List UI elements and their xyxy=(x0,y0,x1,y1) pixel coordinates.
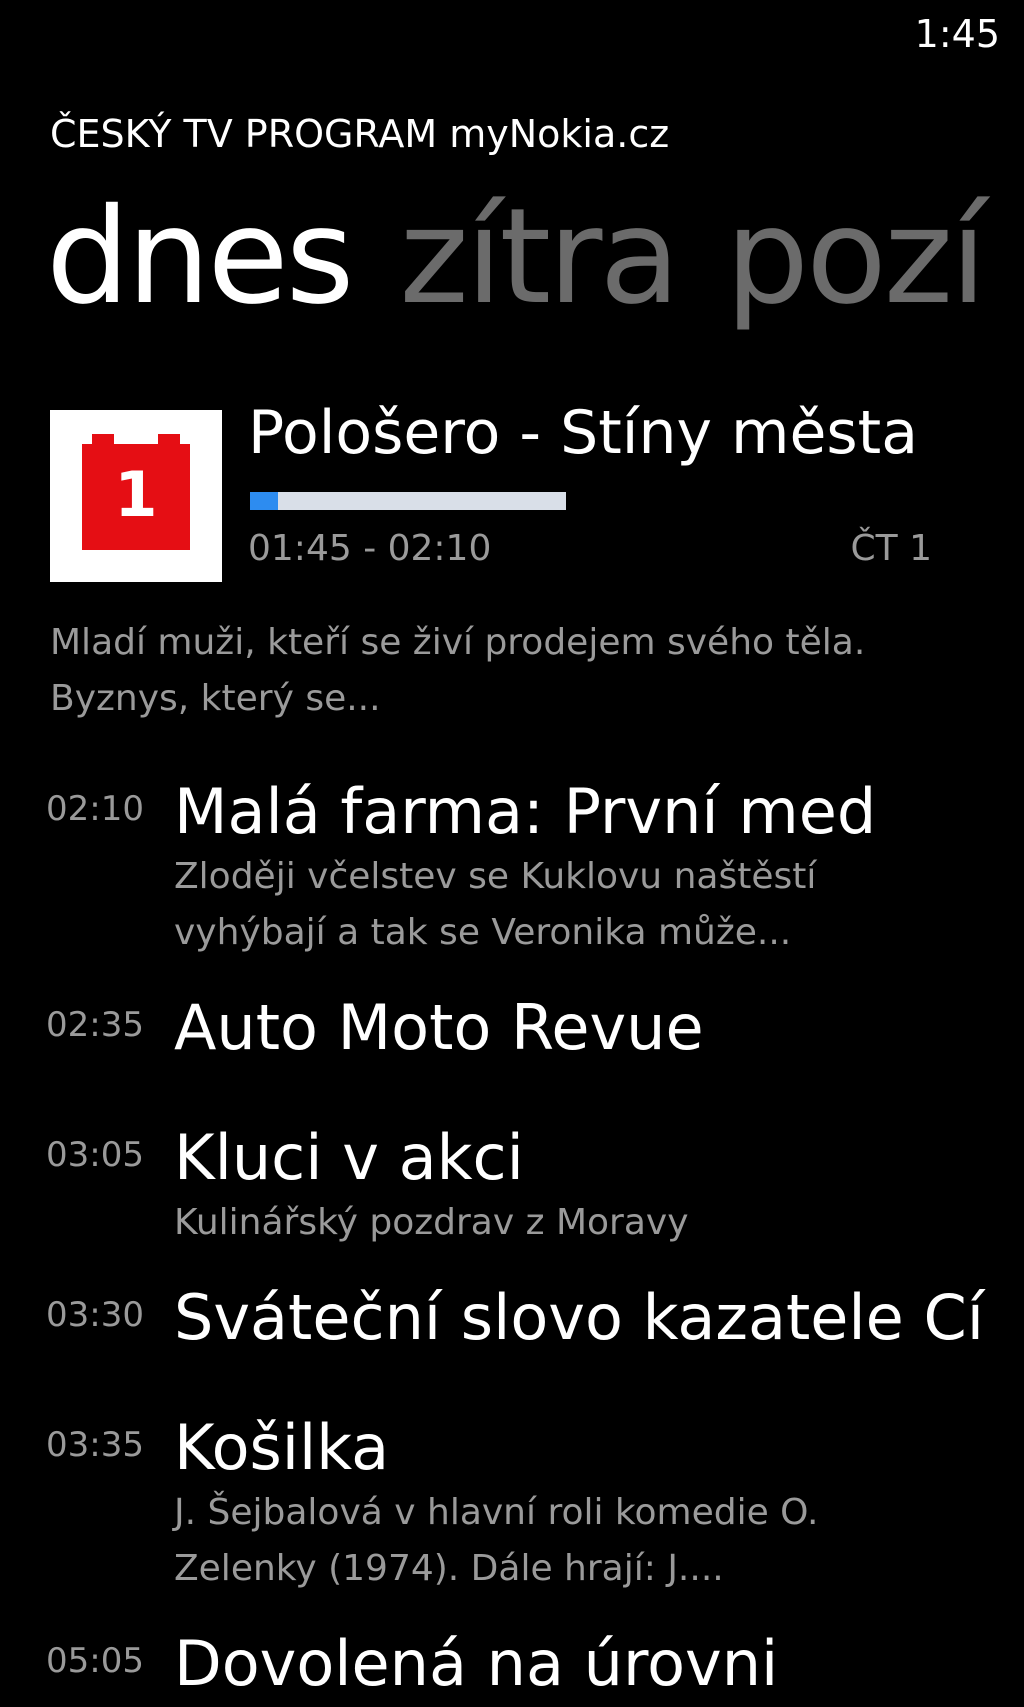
now-playing-description: Mladí muži, kteří se živí prodejem svého… xyxy=(50,622,866,719)
program-list: 02:10 Malá farma: První med Zloději včel… xyxy=(46,775,986,1707)
tab-dnes[interactable]: dnes xyxy=(46,180,354,334)
program-description: Zloději včelstev se Kuklovu naštěstí vyh… xyxy=(174,856,817,953)
program-description: Kulinářský pozdrav z Moravy xyxy=(174,1202,689,1243)
now-playing-time: 01:45 - 02:10 xyxy=(248,528,492,569)
screen: 1:45 ČESKÝ TV PROGRAM myNokia.cz dnes zít… xyxy=(0,0,1024,1707)
list-item[interactable]: 02:35 Auto Moto Revue xyxy=(46,991,986,1091)
now-playing-channel: ČT 1 xyxy=(850,528,932,569)
calendar-icon: 1 xyxy=(82,434,190,550)
program-time: 03:30 xyxy=(46,1295,144,1335)
program-time: 02:10 xyxy=(46,789,144,829)
pivot-header: dnes zítra pozí xyxy=(46,182,1024,332)
now-playing-title: Pološero - Stíny města xyxy=(248,398,918,468)
channel-logo-number: 1 xyxy=(114,458,158,531)
program-title: Malá farma: První med xyxy=(174,775,877,848)
progress-bar xyxy=(250,492,566,510)
list-item[interactable]: 05:05 Dovolená na úrovni xyxy=(46,1627,986,1707)
program-time: 03:35 xyxy=(46,1425,144,1465)
program-time: 05:05 xyxy=(46,1641,144,1681)
program-time: 02:35 xyxy=(46,1005,144,1045)
list-item[interactable]: 03:30 Sváteční slovo kazatele Círk xyxy=(46,1281,986,1381)
app-title: ČESKÝ TV PROGRAM myNokia.cz xyxy=(50,112,670,156)
list-item[interactable]: 03:35 Košilka J. Šejbalová v hlavní roli… xyxy=(46,1411,986,1597)
channel-logo: 1 xyxy=(50,410,222,582)
program-title: Dovolená na úrovni xyxy=(174,1627,779,1700)
program-time: 03:05 xyxy=(46,1135,144,1175)
program-description: J. Šejbalová v hlavní roli komedie O. Ze… xyxy=(174,1492,819,1589)
program-title: Kluci v akci xyxy=(174,1121,524,1194)
program-title: Sváteční slovo kazatele Círk xyxy=(174,1281,986,1354)
now-playing-card[interactable]: 1 Pološero - Stíny města 01:45 - 02:10 Č… xyxy=(50,398,950,585)
tab-zitra[interactable]: zítra xyxy=(399,180,680,334)
tab-pozitri[interactable]: pozí xyxy=(725,180,987,334)
program-title: Košilka xyxy=(174,1411,390,1484)
list-item[interactable]: 03:05 Kluci v akci Kulinářský pozdrav z … xyxy=(46,1121,986,1251)
list-item[interactable]: 02:10 Malá farma: První med Zloději včel… xyxy=(46,775,986,961)
program-title: Auto Moto Revue xyxy=(174,991,704,1064)
status-clock: 1:45 xyxy=(914,12,1000,56)
progress-fill xyxy=(250,492,279,510)
